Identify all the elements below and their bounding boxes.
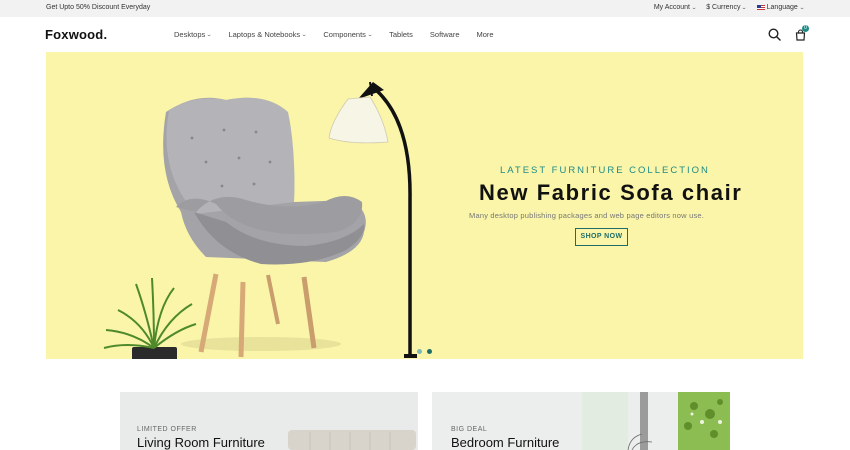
my-account-label: My Account [653,4,690,11]
cart-count-badge: 0 [802,25,809,32]
slider-pagination [417,349,432,354]
nav-label: Desktops [174,30,206,39]
nav-item-tablets[interactable]: Tablets [389,30,413,39]
nav-item-more[interactable]: More [477,30,494,39]
banner-title: Bedroom Furniture [451,435,560,450]
nav-item-desktops[interactable]: Desktops ⌄ [174,30,213,39]
chevron-down-icon: ⌄ [691,4,698,11]
currency-label: $ Currency [706,4,741,11]
chevron-down-icon: ⌄ [367,31,373,38]
nav-item-software[interactable]: Software [430,30,460,39]
banner-tag: BIG DEAL [451,426,488,433]
top-bar-links: My Account ⌄ $ Currency ⌄ Language ⌄ [653,4,805,11]
currency-dropdown[interactable]: $ Currency ⌄ [706,4,748,11]
hero-title: New Fabric Sofa chair [479,180,743,205]
language-dropdown[interactable]: Language ⌄ [756,4,805,11]
language-label: Language [766,4,798,11]
my-account-dropdown[interactable]: My Account ⌄ [653,4,698,11]
header-icons: 0 [768,25,809,46]
banner-tag: LIMITED OFFER [137,426,197,433]
nav-label: More [476,30,494,39]
nav-item-components[interactable]: Components ⌄ [323,30,373,39]
slider-dot-1[interactable] [417,349,422,354]
hero-kicker: LATEST FURNITURE COLLECTION [500,165,710,176]
hero-description: Many desktop publishing packages and web… [469,211,705,220]
promo-text: Get Upto 50% Discount Everyday [46,4,151,11]
banner-living-room[interactable]: LIMITED OFFER Living Room Furniture [120,392,418,450]
nav-label: Laptops & Notebooks [228,30,301,39]
main-nav: Desktops ⌄ Laptops & Notebooks ⌄ Compone… [174,30,494,39]
top-bar: Get Upto 50% Discount Everyday My Accoun… [0,0,850,17]
site-logo[interactable]: Foxwood. [45,27,107,42]
chevron-down-icon: ⌄ [301,31,308,38]
slider-dot-2[interactable] [427,349,432,354]
shop-now-button[interactable]: SHOP NOW [575,228,628,246]
nav-label: Software [429,30,460,39]
search-icon[interactable] [768,28,781,46]
hero-slider: LATEST FURNITURE COLLECTION New Fabric S… [46,52,803,359]
site-header: Foxwood. Desktops ⌄ Laptops & Notebooks … [0,17,850,53]
banner-title: Living Room Furniture [137,435,265,450]
cart-button[interactable]: 0 [795,25,809,46]
nav-item-laptops[interactable]: Laptops & Notebooks ⌄ [228,30,308,39]
chevron-down-icon: ⌄ [741,4,748,11]
potted-plant-illustration [103,277,197,359]
chevron-down-icon: ⌄ [206,31,213,38]
nav-label: Tablets [389,30,413,39]
flag-icon [756,5,765,10]
banner-bedroom[interactable]: BIG DEAL Bedroom Furniture [432,392,730,450]
nav-label: Components [323,30,366,39]
chevron-down-icon: ⌄ [798,4,805,11]
